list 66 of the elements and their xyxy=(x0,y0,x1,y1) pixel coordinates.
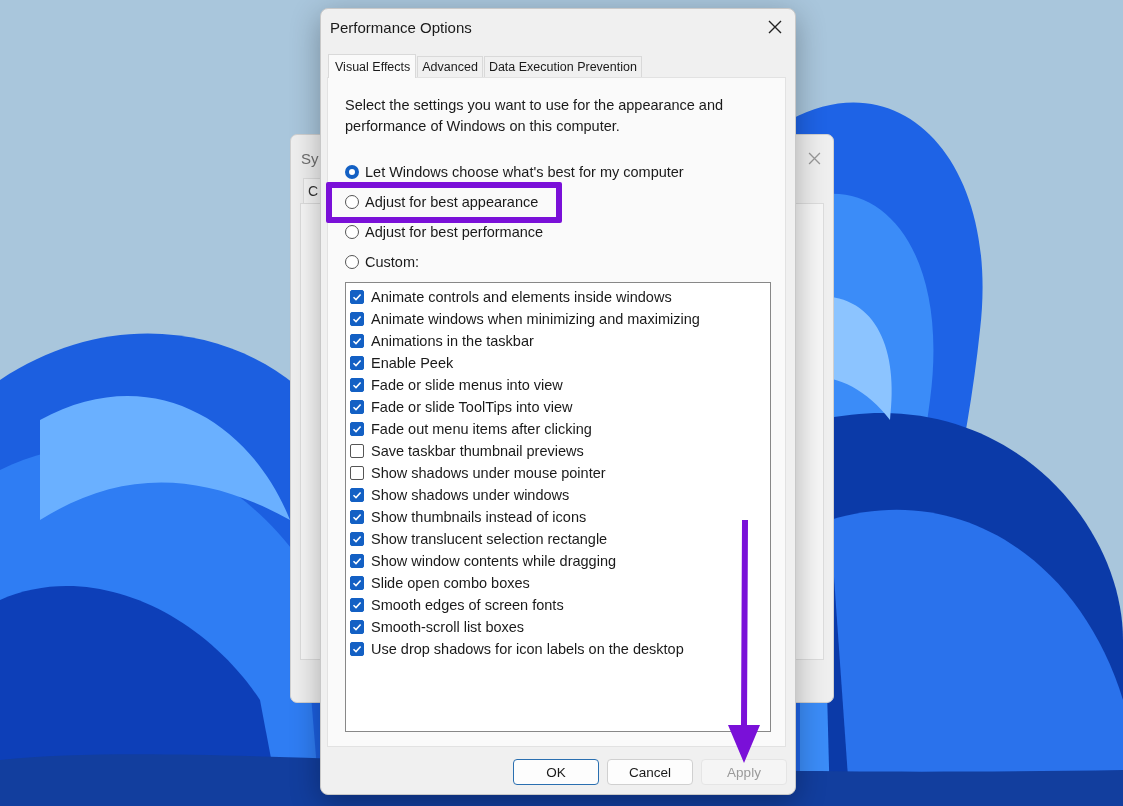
intro-text: Select the settings you want to use for the appearance and performance of Windows on this computer. xyxy=(345,96,725,136)
checkbox[interactable] xyxy=(350,642,364,656)
check-icon xyxy=(351,357,363,369)
checkbox-label[interactable]: Show shadows under mouse pointer xyxy=(371,465,606,481)
checkbox[interactable] xyxy=(350,620,364,634)
window-title: Performance Options xyxy=(330,18,472,36)
checkbox[interactable] xyxy=(350,532,364,546)
check-icon xyxy=(351,379,363,391)
close-icon[interactable] xyxy=(768,20,782,34)
tab[interactable]: Advanced xyxy=(417,56,483,77)
check-icon xyxy=(351,401,363,413)
checkbox-label[interactable]: Smooth-scroll list boxes xyxy=(371,619,525,635)
option-label[interactable]: Custom: xyxy=(365,254,419,270)
checkbox[interactable] xyxy=(350,576,364,590)
checkbox-label[interactable]: Fade out menu items after clicking xyxy=(371,421,592,437)
radio-button[interactable] xyxy=(345,225,359,239)
checkbox-label[interactable]: Slide open combo boxes xyxy=(371,575,530,591)
checkbox-label[interactable]: Enable Peek xyxy=(371,355,454,371)
checkbox-label[interactable]: Show thumbnails instead of icons xyxy=(371,509,587,525)
check-icon xyxy=(351,577,363,589)
tab[interactable]: Data Execution Prevention xyxy=(483,56,642,77)
tab[interactable]: Visual Effects xyxy=(328,54,417,78)
checkbox-label[interactable]: Fade or slide ToolTips into view xyxy=(371,399,573,415)
check-icon xyxy=(351,313,363,325)
radio-button[interactable] xyxy=(345,255,359,269)
check-icon xyxy=(351,511,363,523)
checkbox-label[interactable]: Use drop shadows for icon labels on the desktop xyxy=(371,641,684,657)
option-label[interactable]: Let Windows choose what's best for my computer xyxy=(365,164,684,180)
checkbox-label[interactable]: Animate controls and elements inside windows xyxy=(371,289,672,305)
check-icon xyxy=(351,423,363,435)
check-icon xyxy=(351,291,363,303)
check-icon xyxy=(351,621,363,633)
option-label[interactable]: Adjust for best performance xyxy=(365,224,544,240)
dialog-button[interactable]: Cancel xyxy=(607,759,693,785)
check-icon xyxy=(351,555,363,567)
checkbox[interactable] xyxy=(350,510,364,524)
checkbox-label[interactable]: Animations in the taskbar xyxy=(371,333,534,349)
checkbox-label[interactable]: Save taskbar thumbnail previews xyxy=(371,443,584,459)
checkbox-label[interactable]: Show shadows under windows xyxy=(371,487,570,503)
checkbox[interactable] xyxy=(350,356,364,370)
checkbox[interactable] xyxy=(350,378,364,392)
check-icon xyxy=(351,489,363,501)
window-title: Sy xyxy=(301,149,319,167)
radio-button[interactable] xyxy=(345,165,359,179)
check-icon xyxy=(351,533,363,545)
checkbox-label[interactable]: Show translucent selection rectangle xyxy=(371,531,608,547)
check-icon xyxy=(351,335,363,347)
checkbox[interactable] xyxy=(350,400,364,414)
radio-button[interactable] xyxy=(345,195,359,209)
check-icon xyxy=(351,599,363,611)
checkbox[interactable] xyxy=(350,598,364,612)
checkbox[interactable] xyxy=(350,290,364,304)
checkbox[interactable] xyxy=(350,444,364,458)
checkbox[interactable] xyxy=(350,488,364,502)
checkbox[interactable] xyxy=(350,466,364,480)
checkbox[interactable] xyxy=(350,334,364,348)
checkbox-label[interactable]: Animate windows when minimizing and maximizing xyxy=(371,311,700,327)
checkbox[interactable] xyxy=(350,422,364,436)
checkbox[interactable] xyxy=(350,312,364,326)
checkbox-label[interactable]: Smooth edges of screen fonts xyxy=(371,597,564,613)
checkbox-label[interactable]: Fade or slide menus into view xyxy=(371,377,563,393)
checkbox-label[interactable]: Show window contents while dragging xyxy=(371,553,617,569)
check-icon xyxy=(351,643,363,655)
option-label[interactable]: Adjust for best appearance xyxy=(365,194,539,210)
dialog-button[interactable]: OK xyxy=(513,759,599,785)
checkbox[interactable] xyxy=(350,554,364,568)
